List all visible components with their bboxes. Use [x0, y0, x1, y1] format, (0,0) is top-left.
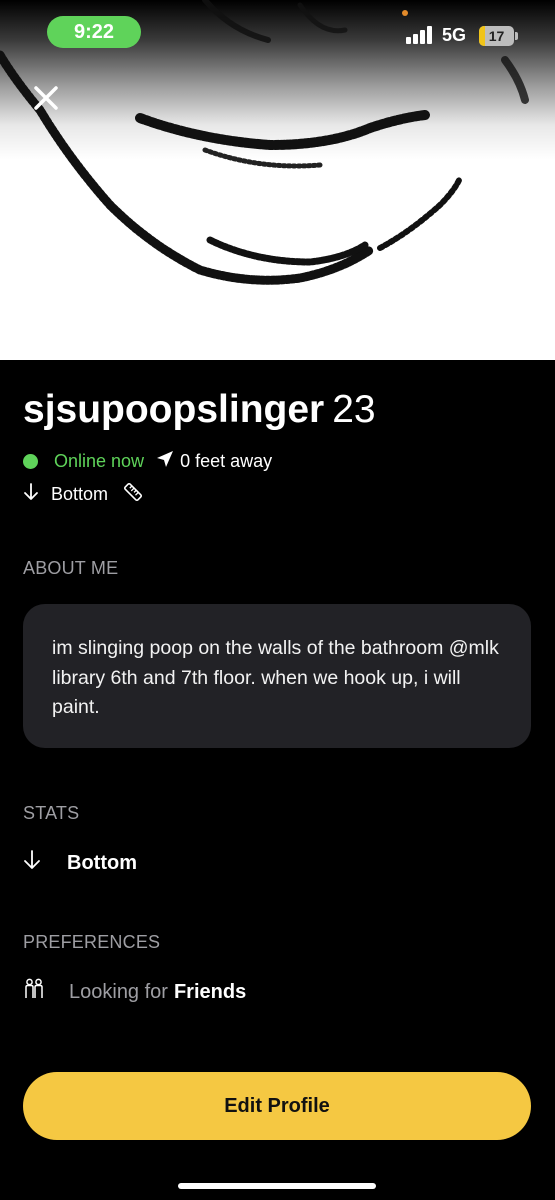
battery-tip [515, 32, 518, 40]
battery-percentage: 17 [488, 28, 505, 44]
about-text: im slinging poop on the walls of the bat… [23, 604, 531, 748]
arrow-down-icon [23, 483, 39, 506]
people-icon [23, 978, 45, 1006]
preferences-heading: PREFERENCES [23, 932, 161, 952]
edit-profile-button[interactable]: Edit Profile [23, 1072, 531, 1140]
about-heading: ABOUT ME [23, 558, 119, 578]
stats-heading: STATS [23, 803, 80, 823]
online-indicator-icon [23, 454, 38, 469]
battery-icon: 17 [479, 26, 514, 46]
close-button[interactable] [28, 80, 64, 116]
username: sjsupoopslinger [23, 388, 325, 431]
location-arrow-icon [156, 450, 174, 473]
looking-for-row: Looking for Friends [23, 978, 246, 1006]
online-status: Online now [54, 451, 145, 471]
ruler-icon [122, 481, 144, 508]
stat-position-value: Bottom [67, 851, 137, 874]
profile-header: sjsupoopslinger 23 [23, 388, 376, 432]
looking-for-label: Looking for [69, 980, 168, 1003]
network-type: 5G [442, 25, 467, 45]
age: 23 [332, 388, 376, 431]
status-bar: 9:22 5G 17 [0, 0, 555, 70]
looking-for-value: Friends [173, 980, 247, 1003]
position-row: Bottom [23, 481, 144, 508]
home-indicator [178, 1183, 376, 1189]
position-label: Bottom [51, 484, 109, 504]
distance: 0 feet away [180, 451, 273, 471]
signal-strength-icon [406, 26, 436, 44]
arrow-down-icon [23, 850, 41, 876]
stat-position-row: Bottom [23, 850, 137, 876]
presence-row: Online now 0 feet away [23, 450, 272, 473]
close-icon [34, 86, 58, 110]
status-time: 9:22 [47, 16, 141, 48]
privacy-indicator-dot [402, 10, 408, 16]
